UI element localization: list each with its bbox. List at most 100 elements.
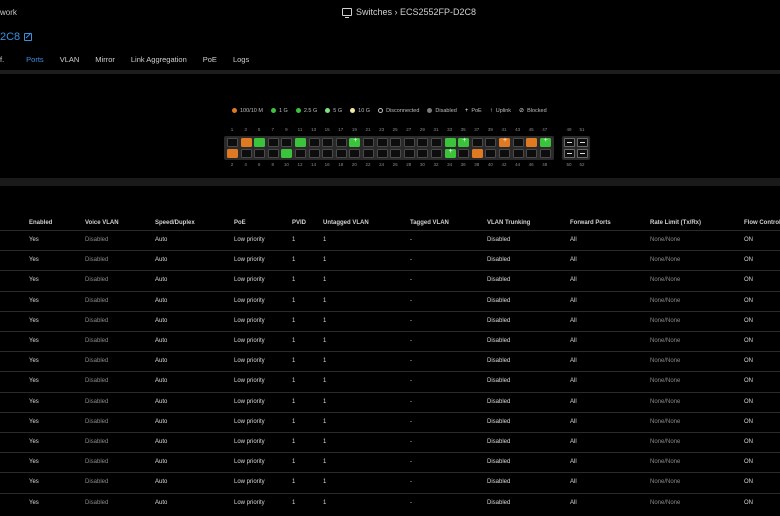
table-row[interactable]: Yes Disabled Auto Low priority 1 1 - Disabled Al…: [0, 411, 780, 432]
table-cell: 1: [292, 317, 296, 324]
port-15[interactable]: [322, 138, 334, 147]
port-38[interactable]: [471, 149, 483, 158]
table-cell: Disabled: [487, 257, 511, 264]
table-cell: 1: [323, 499, 327, 506]
table-cell: 1: [292, 277, 296, 284]
table-row[interactable]: Yes Disabled Auto Low priority 1 1 - Disabled Al…: [0, 452, 780, 472]
port-43[interactable]: [512, 138, 524, 147]
table-cell: ON: [744, 479, 753, 486]
table-cell: Low priority: [234, 338, 265, 344]
port-18[interactable]: [335, 149, 347, 158]
port-11[interactable]: [295, 138, 306, 147]
port-12[interactable]: [295, 149, 306, 158]
table-row[interactable]: Yes Disabled Auto Low priority 1 1 - Disabled Al…: [0, 290, 780, 311]
table-row[interactable]: Yes Disabled Auto Low priority 1 1 - Disabled Al…: [0, 472, 780, 492]
port-number: 42: [501, 162, 507, 167]
port-45[interactable]: [526, 138, 538, 147]
network-crumb[interactable]: work: [0, 8, 17, 17]
port-7[interactable]: [267, 138, 279, 147]
port-22[interactable]: [363, 149, 374, 158]
port-47[interactable]: [539, 137, 551, 147]
port-1[interactable]: [227, 138, 238, 147]
device-name-heading: 2C8: [0, 31, 33, 43]
port-4[interactable]: [240, 149, 252, 158]
port-23[interactable]: [376, 138, 388, 147]
table-row[interactable]: Yes Disabled Auto Low priority 1 1 - Disabled Al…: [0, 230, 780, 250]
port-25[interactable]: [390, 138, 402, 147]
column-header: Enabled: [29, 220, 53, 226]
table-row[interactable]: Yes Disabled Auto Low priority 1 1 - Disabled Al…: [0, 492, 780, 513]
legend-item: 10 G: [350, 107, 370, 114]
legend-item: 1 G: [270, 107, 288, 114]
port-29[interactable]: [417, 138, 429, 147]
port-37[interactable]: [471, 138, 483, 147]
port-28[interactable]: [403, 149, 415, 158]
port-19[interactable]: [349, 137, 361, 147]
port-number: 38: [474, 162, 480, 167]
edit-icon[interactable]: [24, 33, 33, 41]
port-35[interactable]: [458, 137, 470, 147]
port-48[interactable]: [539, 149, 551, 158]
table-row[interactable]: Yes Disabled Auto Low priority 1 1 - Disabled Al…: [0, 391, 780, 412]
port-9[interactable]: [281, 138, 293, 147]
table-row[interactable]: Yes Disabled Auto Low priority 1 1 - Disabled Al…: [0, 331, 780, 351]
port-16[interactable]: [322, 149, 334, 158]
tab-ports[interactable]: Ports: [18, 54, 52, 73]
port-32[interactable]: [431, 149, 442, 158]
port-8[interactable]: [267, 149, 279, 158]
table-cell: Disabled: [85, 439, 109, 445]
legend-item: 100/10 M: [232, 107, 263, 114]
port-41[interactable]: [499, 137, 510, 147]
tab-poe[interactable]: PoE: [195, 54, 225, 70]
uplink-port-51[interactable]: [577, 138, 588, 147]
tab-mirror[interactable]: Mirror: [87, 54, 123, 70]
table-row[interactable]: Yes Disabled Auto Low priority 1 1 - Disabled Al…: [0, 351, 780, 371]
port-36[interactable]: [458, 149, 470, 158]
port-24[interactable]: [376, 149, 388, 158]
port-5[interactable]: [254, 138, 266, 147]
port-2[interactable]: [227, 149, 238, 158]
port-3[interactable]: [240, 138, 252, 147]
table-cell: -: [410, 277, 412, 284]
table-row[interactable]: Yes Disabled Auto Low priority 1 1 - Disabled Al…: [0, 310, 780, 331]
port-26[interactable]: [390, 149, 402, 158]
table-row[interactable]: Yes Disabled Auto Low priority 1 1 - Disabled Al…: [0, 250, 780, 270]
table-cell: 1: [323, 277, 327, 284]
table-row[interactable]: Yes Disabled Auto Low priority 1 1 - Disabled Al…: [0, 371, 780, 391]
table-cell: 1: [292, 459, 296, 466]
table-cell: 1: [292, 358, 296, 365]
table-cell: All: [570, 418, 577, 425]
tab-vlan[interactable]: VLAN: [52, 54, 88, 70]
tab-link-aggregation[interactable]: Link Aggregation: [123, 54, 195, 70]
port-20[interactable]: [349, 149, 361, 158]
port-27[interactable]: [403, 138, 415, 147]
port-34[interactable]: [444, 148, 456, 158]
top-bar: work Switches › ECS2552FP-D2C8: [0, 0, 780, 28]
port-44[interactable]: [512, 149, 524, 158]
table-cell: Yes: [29, 317, 39, 324]
uplink-port-49[interactable]: [564, 138, 575, 147]
column-header: Forward Ports: [570, 220, 611, 226]
port-17[interactable]: [335, 138, 347, 147]
port-6[interactable]: [254, 149, 266, 158]
port-10[interactable]: [281, 149, 293, 158]
port-14[interactable]: [308, 149, 320, 158]
port-33[interactable]: [444, 138, 456, 147]
port-40[interactable]: [485, 149, 497, 158]
breadcrumb[interactable]: Switches › ECS2552FP-D2C8: [356, 7, 476, 17]
column-header: Speed/Duplex: [155, 220, 195, 226]
tab-logs[interactable]: Logs: [225, 54, 257, 70]
port-39[interactable]: [485, 138, 497, 147]
port-31[interactable]: [431, 138, 442, 147]
port-21[interactable]: [363, 138, 374, 147]
port-46[interactable]: [526, 149, 538, 158]
port-number: 7: [271, 127, 275, 132]
port-30[interactable]: [417, 149, 429, 158]
table-row[interactable]: Yes Disabled Auto Low priority 1 1 - Disabled Al…: [0, 432, 780, 452]
table-row[interactable]: Yes Disabled Auto Low priority 1 1 - Disabled Al…: [0, 270, 780, 290]
tab-f[interactable]: f.: [0, 54, 18, 70]
uplink-port-52[interactable]: [577, 149, 588, 158]
uplink-port-50[interactable]: [564, 149, 575, 158]
port-42[interactable]: [499, 149, 510, 158]
port-13[interactable]: [308, 138, 320, 147]
